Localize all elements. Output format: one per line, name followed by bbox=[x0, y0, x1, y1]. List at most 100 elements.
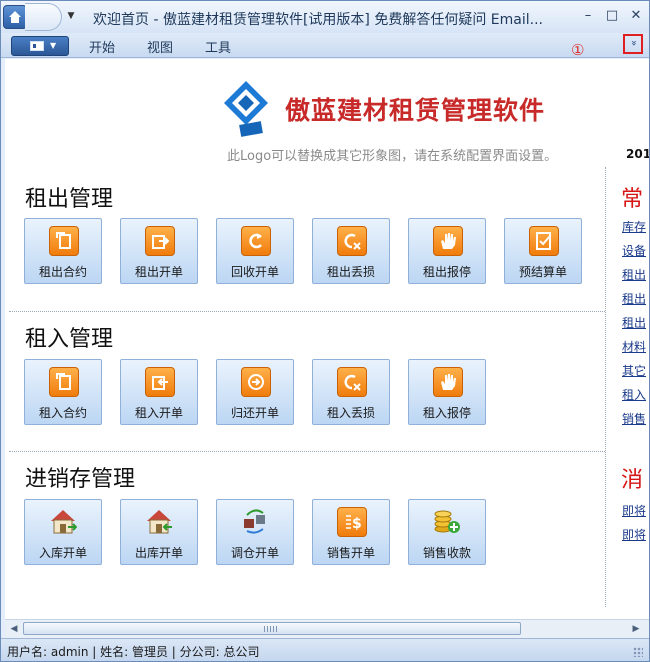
common-functions-heading: 常 bbox=[621, 187, 644, 212]
document-copy-icon bbox=[49, 367, 79, 397]
right-link[interactable]: 租出 bbox=[622, 290, 646, 307]
status-bar: 用户名: admin | 姓名: 管理员 | 分公司: 总公司 bbox=[1, 638, 649, 661]
sales-order-button[interactable]: $ 销售开单 bbox=[312, 499, 390, 565]
quick-access-toolbar bbox=[25, 3, 62, 31]
tile-label: 入库开单 bbox=[38, 546, 87, 560]
tile-label: 租入报停 bbox=[422, 406, 471, 420]
lease-out-loss-button[interactable]: 租出丢损 bbox=[312, 218, 390, 284]
double-chevron-icon: » bbox=[628, 39, 639, 47]
lease-in-contract-button[interactable]: 租入合约 bbox=[24, 359, 102, 425]
panel-divider bbox=[605, 167, 606, 607]
logo-icon bbox=[222, 79, 270, 139]
status-text: 用户名: admin | 姓名: 管理员 | 分公司: 总公司 bbox=[7, 645, 260, 659]
right-link[interactable]: 即将 bbox=[622, 502, 646, 519]
lease-out-order-button[interactable]: 租出开单 bbox=[120, 218, 198, 284]
tile-label: 租出报停 bbox=[422, 265, 471, 279]
logo-subtitle: 此Logo可以替换成其它形象图，请在系统配置界面设置。 bbox=[227, 149, 558, 164]
house-in-icon bbox=[49, 507, 79, 537]
document-import-icon bbox=[145, 367, 175, 397]
lease-in-loss-button[interactable]: 租入丢损 bbox=[312, 359, 390, 425]
tile-label: 租入开单 bbox=[134, 406, 183, 420]
transfer-icon bbox=[241, 507, 271, 537]
callout-marker: ① bbox=[571, 41, 585, 59]
svg-text:$: $ bbox=[352, 516, 362, 532]
document-export-icon bbox=[145, 226, 175, 256]
hand-stop-icon bbox=[433, 367, 463, 397]
lease-out-contract-button[interactable]: 租出合约 bbox=[24, 218, 102, 284]
ribbon-collapse-button[interactable]: » bbox=[623, 34, 643, 54]
tile-label: 销售开单 bbox=[326, 546, 375, 560]
right-link[interactable]: 其它 bbox=[622, 362, 646, 379]
home-page: 傲蓝建材租赁管理软件 此Logo可以替换成其它形象图，请在系统配置界面设置。 2… bbox=[5, 59, 649, 619]
lease-out-suspend-button[interactable]: 租出报停 bbox=[408, 218, 486, 284]
coins-add-icon bbox=[433, 507, 463, 537]
arrow-circle-right-icon bbox=[241, 367, 271, 397]
refresh-cancel-icon bbox=[337, 367, 367, 397]
section-title-lease-out: 租出管理 bbox=[25, 187, 114, 212]
grip-icon bbox=[264, 626, 278, 632]
messages-heading: 消 bbox=[621, 468, 644, 493]
resize-grip-icon[interactable] bbox=[633, 647, 643, 657]
menu-icon bbox=[30, 41, 44, 51]
document-check-icon bbox=[529, 226, 559, 256]
tab-start[interactable]: 开始 bbox=[89, 37, 115, 56]
stock-out-order-button[interactable]: 出库开单 bbox=[120, 499, 198, 565]
stock-in-order-button[interactable]: 入库开单 bbox=[24, 499, 102, 565]
chevron-down-icon: ▼ bbox=[50, 41, 57, 50]
tile-label: 租出合约 bbox=[38, 265, 87, 279]
section-divider bbox=[9, 451, 605, 452]
sales-receipt-button[interactable]: 销售收款 bbox=[408, 499, 486, 565]
scroll-left-icon[interactable]: ◀ bbox=[7, 622, 21, 636]
minimize-button[interactable]: – bbox=[579, 7, 597, 25]
title-bar: ▼ 欢迎首页 - 傲蓝建材租赁管理软件[试用版本] 免费解答任何疑问 Email… bbox=[1, 1, 649, 33]
tile-label: 销售收款 bbox=[422, 546, 471, 560]
app-home-icon[interactable] bbox=[3, 5, 27, 29]
tile-label: 调仓开单 bbox=[230, 546, 279, 560]
close-button[interactable]: ✕ bbox=[627, 7, 645, 25]
right-link[interactable]: 库存 bbox=[622, 218, 646, 235]
pre-settlement-button[interactable]: 预结算单 bbox=[504, 218, 582, 284]
right-link[interactable]: 材料 bbox=[622, 338, 646, 355]
right-link[interactable]: 即将 bbox=[622, 526, 646, 543]
lease-in-order-button[interactable]: 租入开单 bbox=[120, 359, 198, 425]
logo-title: 傲蓝建材租赁管理软件 bbox=[285, 96, 546, 125]
ribbon-tab-bar: ▼ 开始 视图 工具 bbox=[1, 33, 649, 58]
refresh-icon bbox=[241, 226, 271, 256]
right-link[interactable]: 设备 bbox=[622, 242, 646, 259]
tile-label: 回收开单 bbox=[230, 265, 279, 279]
date-text: 201 bbox=[626, 147, 649, 161]
tab-tools[interactable]: 工具 bbox=[205, 37, 231, 56]
right-link[interactable]: 租入 bbox=[622, 386, 646, 403]
tile-label: 归还开单 bbox=[230, 406, 279, 420]
tile-label: 出库开单 bbox=[134, 546, 183, 560]
app-window: ▼ 欢迎首页 - 傲蓝建材租赁管理软件[试用版本] 免费解答任何疑问 Email… bbox=[0, 0, 650, 662]
return-back-order-button[interactable]: 归还开单 bbox=[216, 359, 294, 425]
window-title: 欢迎首页 - 傲蓝建材租赁管理软件[试用版本] 免费解答任何疑问 Email..… bbox=[93, 12, 543, 28]
section-divider bbox=[9, 311, 605, 312]
horizontal-scrollbar[interactable]: ◀ ▶ bbox=[5, 619, 649, 638]
document-copy-icon bbox=[49, 226, 79, 256]
maximize-button[interactable]: □ bbox=[603, 7, 621, 25]
tile-label: 租入合约 bbox=[38, 406, 87, 420]
tile-label: 租入丢损 bbox=[326, 406, 375, 420]
right-link[interactable]: 销售 bbox=[622, 410, 646, 427]
lease-in-suspend-button[interactable]: 租入报停 bbox=[408, 359, 486, 425]
scroll-right-icon[interactable]: ▶ bbox=[629, 622, 643, 636]
right-link[interactable]: 租出 bbox=[622, 266, 646, 283]
tab-view[interactable]: 视图 bbox=[147, 37, 173, 56]
section-title-lease-in: 租入管理 bbox=[25, 327, 114, 352]
app-menu-button[interactable]: ▼ bbox=[11, 36, 69, 56]
refresh-cancel-icon bbox=[337, 226, 367, 256]
scroll-thumb[interactable] bbox=[23, 622, 521, 635]
house-out-icon bbox=[145, 507, 175, 537]
tile-label: 租出丢损 bbox=[326, 265, 375, 279]
hand-stop-icon bbox=[433, 226, 463, 256]
tile-label: 租出开单 bbox=[134, 265, 183, 279]
transfer-order-button[interactable]: 调仓开单 bbox=[216, 499, 294, 565]
tile-label: 预结算单 bbox=[518, 265, 567, 279]
section-title-inventory: 进销存管理 bbox=[25, 467, 136, 492]
quick-access-dropdown-icon[interactable]: ▼ bbox=[65, 9, 77, 23]
return-order-button[interactable]: 回收开单 bbox=[216, 218, 294, 284]
right-link[interactable]: 租出 bbox=[622, 314, 646, 331]
invoice-dollar-icon: $ bbox=[337, 507, 367, 537]
